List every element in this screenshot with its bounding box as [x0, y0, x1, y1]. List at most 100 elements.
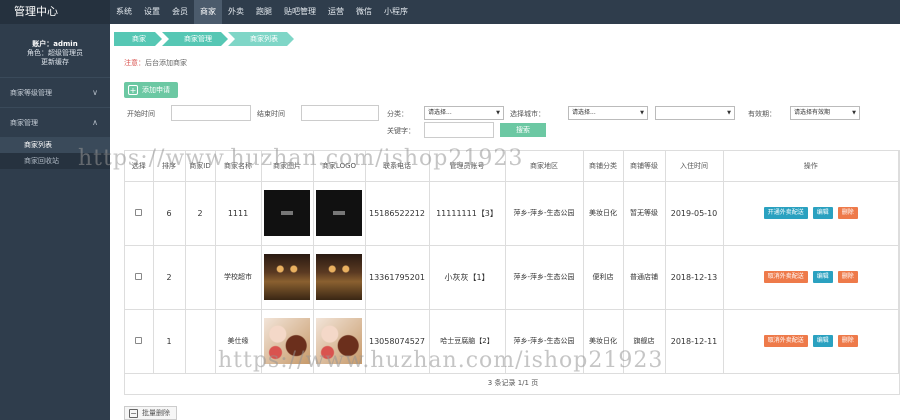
account-user: 账户：admin: [32, 40, 78, 48]
nav-forum[interactable]: 贴吧管理: [278, 0, 322, 24]
id-cell: [185, 245, 216, 310]
city-select-value: 请选择...: [572, 109, 596, 116]
edit-button[interactable]: 编辑: [812, 271, 833, 283]
city-label: 选择城市：: [510, 110, 545, 118]
delete-button[interactable]: 删除: [837, 271, 858, 283]
enable-delivery-button[interactable]: 开通外卖配送: [763, 207, 808, 219]
table-header-row: 选择 排序 商家ID 商家名称 商家图片 商家LOGO 联系电话 管理员账号 商…: [125, 151, 899, 182]
nav-errand[interactable]: 跑腿: [250, 0, 278, 24]
sort-cell: 1: [153, 309, 186, 374]
level-cell: 普通店铺: [623, 245, 666, 310]
keyword-input[interactable]: [424, 122, 494, 138]
name-cell: 学校超市: [215, 245, 262, 310]
date-cell: 2018-12-11: [665, 309, 724, 374]
select-cell: [125, 245, 154, 310]
merchant-image: [264, 254, 310, 300]
dropdown-arrow-icon: ▼: [640, 110, 644, 116]
add-application-button[interactable]: + 添加申请: [124, 82, 178, 98]
nav-members[interactable]: 会员: [166, 0, 194, 24]
column-header: 联系电话: [365, 151, 430, 182]
table-row: 6 2 1111 15186522212 11111111【3】 萍乡-萍乡-生…: [125, 181, 899, 246]
sidebar-group-label: 商家等级管理: [10, 89, 52, 97]
notice: 注意：后台添加商家: [124, 58, 187, 68]
nav-operations[interactable]: 运营: [322, 0, 350, 24]
region-cell: 萍乡-萍乡-生态公园: [505, 309, 584, 374]
admin-cell: 11111111【3】: [429, 181, 506, 246]
region-cell: 萍乡-萍乡-生态公园: [505, 245, 584, 310]
column-header: 排序: [153, 151, 186, 182]
nav-takeout[interactable]: 外卖: [222, 0, 250, 24]
row-checkbox[interactable]: [135, 208, 143, 216]
table-row: 1 美仕缘 13058074527 哈士豆腐脑【2】 萍乡-萍乡-生态公园 美妆…: [125, 309, 899, 374]
cancel-delivery-button[interactable]: 取消外卖配送: [763, 271, 808, 283]
actions-cell: 开通外卖配送 编辑 删除: [723, 181, 899, 246]
refresh-cache-link[interactable]: 更新缓存: [4, 58, 106, 67]
logo-cell: [313, 245, 366, 310]
delete-button[interactable]: 删除: [837, 335, 858, 347]
row-checkbox[interactable]: [135, 336, 143, 344]
delete-button[interactable]: 删除: [837, 207, 858, 219]
valid-period-select[interactable]: 请选择有效期 ▼: [790, 106, 860, 120]
merchant-image: [264, 190, 310, 236]
name-cell: 美仕缘: [215, 309, 262, 374]
level-cell: 旗舰店: [623, 309, 666, 374]
dropdown-arrow-icon: ▼: [852, 110, 856, 116]
admin-cell: 小灰灰【1】: [429, 245, 506, 310]
column-header: 商铺等级: [623, 151, 666, 182]
pagination-info: 3 条记录 1/1 页: [487, 379, 539, 387]
valid-period-label: 有效期：: [748, 110, 776, 118]
edit-button[interactable]: 编辑: [812, 207, 833, 219]
nav-wechat[interactable]: 微信: [350, 0, 378, 24]
nav-miniprogram[interactable]: 小程序: [378, 0, 414, 24]
start-time-label: 开始时间: [127, 110, 155, 118]
search-button[interactable]: 搜索: [500, 123, 546, 137]
nav-merchants[interactable]: 商家: [194, 0, 222, 24]
select-cell: [125, 309, 154, 374]
cancel-delivery-button[interactable]: 取消外卖配送: [763, 335, 808, 347]
district-select[interactable]: ▼: [655, 106, 735, 120]
sidebar-group-merchant-level[interactable]: 商家等级管理 ∨: [0, 77, 110, 107]
sidebar: 管理中心 账户：admin 角色：超级管理员 更新缓存 商家等级管理 ∨ 商家管…: [0, 0, 110, 420]
add-application-label: 添加申请: [142, 86, 170, 94]
image-cell: [261, 181, 314, 246]
column-header: 商家ID: [185, 151, 216, 182]
id-cell: [185, 309, 216, 374]
column-header: 商家图片: [261, 151, 314, 182]
phone-cell: 15186522212: [365, 181, 430, 246]
column-header: 选择: [125, 151, 154, 182]
account-role: 角色：超级管理员: [27, 49, 83, 57]
city-select[interactable]: 请选择... ▼: [568, 106, 648, 120]
app-title: 管理中心: [0, 0, 110, 24]
row-checkbox[interactable]: [135, 272, 143, 280]
image-cell: [261, 309, 314, 374]
admin-cell: 哈士豆腐脑【2】: [429, 309, 506, 374]
logo-cell: [313, 181, 366, 246]
bulk-delete-button[interactable]: − 批量删除: [124, 406, 177, 420]
valid-period-select-value: 请选择有效期: [794, 109, 831, 116]
merchant-logo: [316, 190, 362, 236]
breadcrumb-item[interactable]: 商家管理: [162, 32, 228, 46]
sidebar-item-merchant-list[interactable]: 商家列表: [0, 137, 110, 153]
sidebar-item-merchant-recycle[interactable]: 商家回收站: [0, 153, 110, 169]
column-header: 商家LOGO: [313, 151, 366, 182]
category-select[interactable]: 请选择... ▼: [424, 106, 504, 120]
image-cell: [261, 245, 314, 310]
nav-settings[interactable]: 设置: [138, 0, 166, 24]
sidebar-group-merchant-manage[interactable]: 商家管理 ∧: [0, 107, 110, 137]
chevron-down-icon: ∨: [92, 88, 98, 97]
end-time-input[interactable]: [301, 105, 379, 121]
column-header: 商家名称: [215, 151, 262, 182]
merchant-image: [264, 318, 310, 364]
start-time-input[interactable]: [171, 105, 251, 121]
edit-button[interactable]: 编辑: [812, 335, 833, 347]
column-header: 商铺分类: [583, 151, 624, 182]
end-time-label: 结束时间: [257, 110, 285, 118]
chevron-up-icon: ∧: [92, 118, 98, 127]
actions-cell: 取消外卖配送 编辑 删除: [723, 309, 899, 374]
merchant-logo: [316, 254, 362, 300]
breadcrumb-item[interactable]: 商家: [114, 32, 162, 46]
notice-text: 后台添加商家: [145, 59, 187, 67]
dropdown-arrow-icon: ▼: [496, 110, 500, 116]
name-cell: 1111: [215, 181, 262, 246]
nav-system[interactable]: 系统: [110, 0, 138, 24]
